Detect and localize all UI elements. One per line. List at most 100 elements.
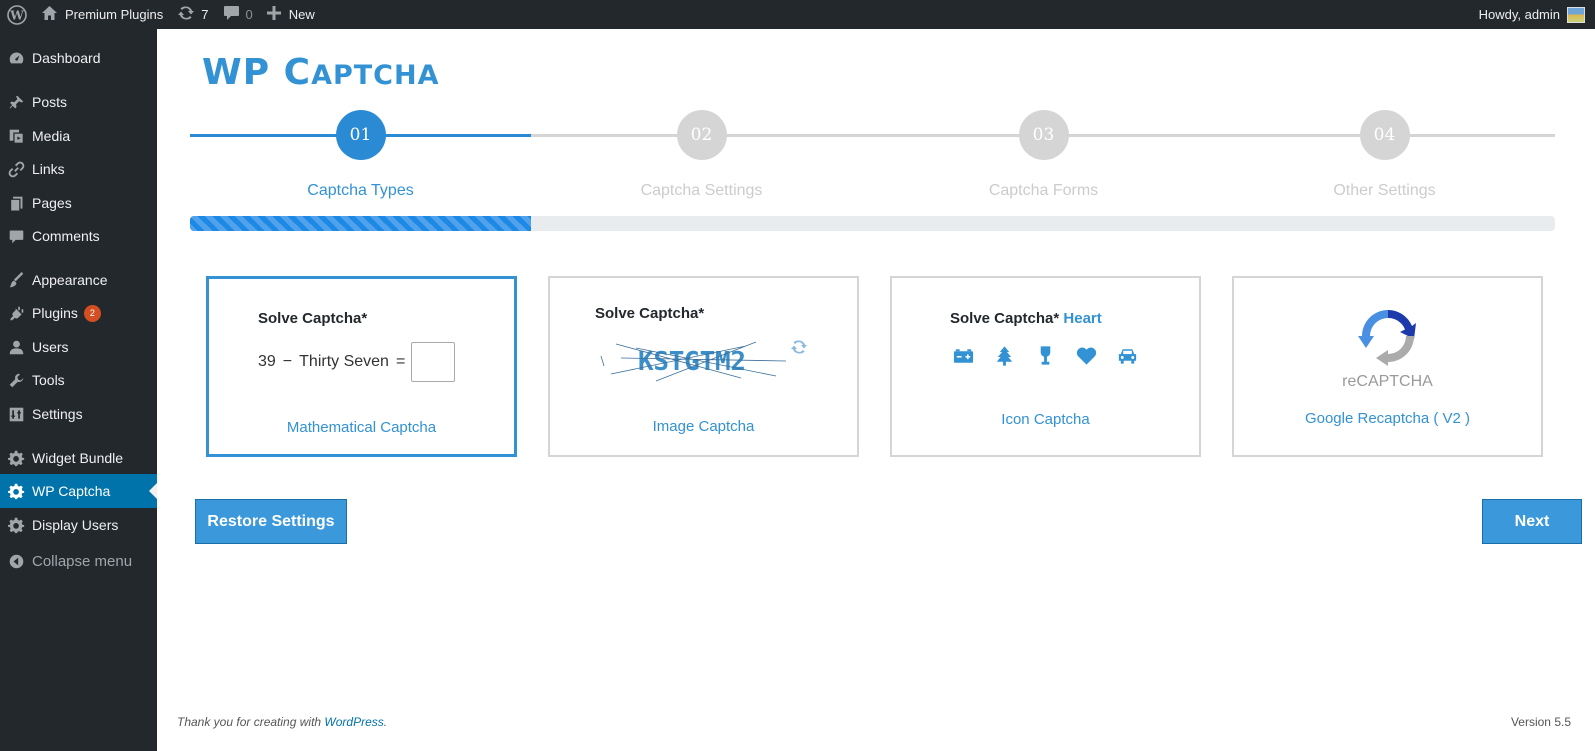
sidebar-item-label: Display Users [32,517,119,533]
user-icon [0,339,32,356]
sidebar-item-pages[interactable]: Pages [0,186,157,220]
recaptcha-logo-text: reCAPTCHA [1342,373,1433,390]
sidebar-item-label: WP Captcha [32,483,111,499]
restore-settings-button[interactable]: Restore Settings [195,499,347,544]
comments-link[interactable]: 0 [216,0,260,29]
plus-icon [266,6,281,23]
step-label: Captcha Settings [640,182,763,199]
site-name: Premium Plugins [65,7,164,22]
gear-icon [0,517,32,534]
dashboard-icon [0,50,32,67]
sidebar-item-label: Settings [32,406,83,422]
link-icon [0,161,32,178]
new-label: New [288,7,315,22]
sidebar-item-label: Pages [32,195,72,211]
wizard-progress-bar [190,216,1555,231]
math-operator: − [282,353,293,370]
updates-icon [177,4,195,25]
captcha-image: KSTGTM2 [600,341,787,382]
card-label: Icon Captcha [1001,411,1090,428]
captcha-type-card-math[interactable]: Solve Captcha* 39 − Thirty Seven = Mathe… [206,276,517,457]
sidebar-item-label: Dashboard [32,50,101,66]
step-number: 01 [335,110,386,160]
brush-icon [0,271,32,289]
plugin-icon [0,305,32,322]
sidebar-item-settings[interactable]: Settings [0,397,157,431]
math-operand-a: 39 [258,353,276,370]
card-label: Image Captcha [652,418,755,435]
sidebar-item-label: Media [32,128,71,144]
avatar [1567,6,1585,23]
updates-link[interactable]: 7 [170,0,215,29]
sidebar-item-links[interactable]: Links [0,152,157,186]
step-2[interactable]: 02 Captcha Settings [531,110,872,200]
pin-icon [0,94,32,111]
sidebar-item-label: Widget Bundle [32,450,124,466]
icon-captcha-target: Heart [1063,310,1102,327]
footer-thankyou: Thank you for creating with WordPress. [177,715,387,729]
page-title-word-2-rest: APTCHA [311,60,440,91]
page-title: WP CAPTCHA [202,52,439,93]
math-equation: 39 − Thirty Seven = [258,342,456,382]
card-title: Solve Captcha* Heart [950,310,1102,327]
sidebar-item-plugins[interactable]: Plugins 2 [0,296,157,330]
card-title: Solve Captcha* [258,310,368,327]
collapse-menu-button[interactable]: Collapse menu [0,544,157,578]
footer-thanks-suffix: . [383,715,388,729]
wordpress-link[interactable]: WordPress [324,715,383,729]
wordpress-logo-icon[interactable]: W [0,0,34,29]
sidebar-item-comments[interactable]: Comments [0,219,157,253]
greeting: Howdy, admin [1478,7,1560,22]
comments-count: 0 [245,7,253,22]
card-label: Google Recaptcha ( V2 ) [1304,410,1471,427]
step-number: 02 [676,110,727,160]
car-icon [1116,346,1139,369]
card-label: Mathematical Captcha [286,419,437,436]
sidebar-item-wp-captcha[interactable]: WP Captcha [0,474,157,508]
footer-thanks-text: Thank you for creating with [177,715,325,729]
sidebar-item-label: Posts [32,94,68,110]
recaptcha-logo-icon [1358,310,1416,366]
sidebar-item-posts[interactable]: Posts [0,85,157,119]
refresh-captcha-icon [790,338,808,359]
page-title-word-1: WP [202,52,271,93]
collapse-arrow-icon [0,553,32,570]
captcha-type-card-image[interactable]: Solve Captcha* KSTGTM2 Image Captcha [548,276,859,457]
next-button[interactable]: Next [1482,499,1582,544]
tree-icon [993,346,1016,369]
math-answer-field [411,342,456,382]
comment-icon [0,228,32,245]
sidebar-item-label: Comments [32,228,100,244]
sidebar-item-media[interactable]: Media [0,119,157,153]
page-title-initial: C [283,52,312,93]
math-operand-b: Thirty Seven [299,353,389,370]
captcha-type-card-recaptcha[interactable]: reCAPTCHA Google Recaptcha ( V2 ) [1232,276,1543,457]
step-number: 03 [1018,110,1069,160]
media-icon [0,128,32,145]
sidebar-item-tools[interactable]: Tools [0,363,157,397]
step-label: Captcha Types [307,182,414,199]
sidebar-item-display-users[interactable]: Display Users [0,508,157,542]
settings-icon [0,406,32,423]
step-4[interactable]: 04 Other Settings [1214,110,1555,200]
sidebar-item-users[interactable]: Users [0,330,157,364]
sidebar-item-appearance[interactable]: Appearance [0,263,157,297]
my-account[interactable]: Howdy, admin [1478,6,1595,23]
card-title: Solve Captcha* [595,305,705,322]
site-name-link[interactable]: Premium Plugins [34,0,170,29]
plugins-update-badge: 2 [83,304,101,322]
admin-bar: W Premium Plugins 7 0 New Howdy, admin [0,0,1595,29]
sidebar-item-dashboard[interactable]: Dashboard [0,41,157,75]
new-content-link[interactable]: New [260,0,322,29]
sidebar-item-label: Appearance [32,272,108,288]
updates-count: 7 [201,7,209,22]
heart-icon [1075,346,1098,369]
sidebar-item-label: Plugins [32,305,78,321]
admin-menu: Dashboard Posts Media Links Pages Commen… [0,29,157,751]
card-title-text: Solve Captcha* [950,310,1060,327]
step-3[interactable]: 03 Captcha Forms [873,110,1214,200]
captcha-type-card-icon[interactable]: Solve Captcha* Heart Icon Captcha [890,276,1201,457]
sidebar-item-widget-bundle[interactable]: Widget Bundle [0,441,157,475]
battery-icon [952,346,975,369]
step-1[interactable]: 01 Captcha Types [190,110,531,200]
